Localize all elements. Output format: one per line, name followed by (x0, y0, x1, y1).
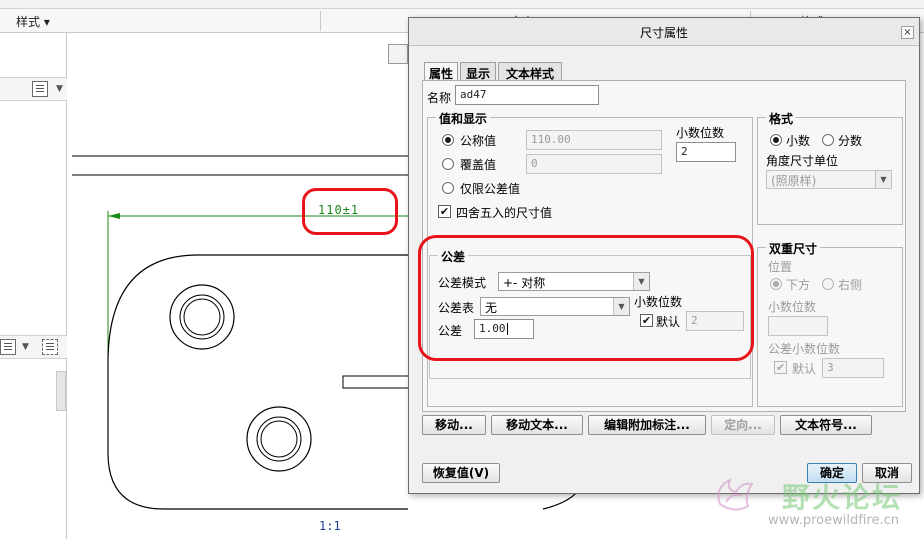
override-value-radio[interactable] (442, 158, 454, 170)
scrollbar-thumb[interactable] (56, 371, 66, 411)
rounded-value-checkbox[interactable]: ✔ (438, 205, 451, 218)
angle-units-select: (照原样) ▼ (766, 170, 892, 189)
panel-toolbar-row: ▼ (0, 335, 67, 359)
dual-decimals-label: 小数位数 (768, 300, 817, 314)
name-input[interactable]: ad47 (455, 85, 599, 105)
decimal-label: 小数 (786, 134, 811, 148)
dual-right-label: 右侧 (838, 278, 863, 292)
dual-position-label: 位置 (768, 260, 793, 274)
tab-text-style[interactable]: 文本样式 (498, 62, 562, 81)
value-display-title: 值和显示 (436, 110, 491, 127)
dual-below-radio (770, 278, 782, 290)
watermark-title: 野火论坛 (782, 481, 903, 514)
watermark-url: www.proewildfire.cn (768, 513, 899, 528)
fraction-label: 分数 (838, 134, 863, 148)
dual-default-checkbox: ✔ (774, 361, 787, 374)
dual-dimension-group: 双重尺寸 位置 下方 右侧 小数位数 公差小数位数 ✔ 默认 3 (757, 240, 903, 407)
edit-attach-note-button[interactable]: 编辑附加标注... (588, 415, 706, 435)
override-value-label: 覆盖值 (460, 158, 497, 172)
move-button[interactable]: 移动... (422, 415, 486, 435)
dual-tol-decimals-label: 公差小数位数 (768, 342, 841, 356)
flame-logo-icon (717, 477, 754, 511)
dual-right-radio (822, 278, 834, 290)
chevron-down-icon[interactable]: ▼ (22, 342, 29, 352)
dual-decimals-input (768, 316, 828, 336)
nominal-value-input: 110.00 (526, 130, 662, 150)
forum-watermark: 野火论坛 www.proewildfire.cn (708, 470, 922, 538)
close-icon[interactable]: × (901, 26, 914, 39)
restore-values-button[interactable]: 恢复值(V) (422, 463, 500, 483)
name-label: 名称 (427, 91, 452, 105)
group-separator (320, 11, 321, 31)
filter-icon[interactable] (42, 339, 58, 355)
tolerance-only-radio[interactable] (442, 182, 454, 194)
format-title: 格式 (766, 110, 797, 127)
decimals-input[interactable]: 2 (676, 142, 736, 162)
tab-properties[interactable]: 属性 (424, 62, 458, 82)
angle-units-value: (照原样) (771, 174, 817, 188)
decimals-label: 小数位数 (676, 126, 725, 140)
chevron-down-icon: ▼ (875, 171, 891, 188)
tab-display[interactable]: 显示 (460, 62, 496, 81)
list-settings-icon[interactable] (0, 339, 16, 355)
list-settings-icon[interactable] (32, 81, 48, 97)
override-value-input: 0 (526, 154, 662, 174)
dual-dimension-title: 双重尺寸 (766, 240, 821, 257)
text-symbol-button[interactable]: 文本符号... (780, 415, 872, 435)
dialog-title: 尺寸属性 (639, 26, 688, 40)
model-tree-panel: ▼ ▼ (0, 33, 67, 539)
orient-button: 定向... (711, 415, 775, 435)
drawing-scale-label: 1:1 (319, 519, 341, 533)
dialog-titlebar[interactable]: 尺寸属性 × (409, 18, 919, 46)
ribbon-strip (0, 0, 924, 9)
move-text-button[interactable]: 移动文本... (491, 415, 583, 435)
dual-default-label: 默认 (792, 362, 817, 376)
rounded-value-label: 四舍五入的尺寸值 (456, 206, 553, 220)
fraction-radio[interactable] (822, 134, 834, 146)
tolerance-highlight-oval (418, 235, 754, 361)
format-group: 格式 小数 分数 角度尺寸单位 (照原样) ▼ (757, 110, 903, 225)
dual-default-input: 3 (822, 358, 884, 378)
dual-below-label: 下方 (786, 278, 811, 292)
chevron-down-icon[interactable]: ▼ (56, 84, 63, 94)
decimal-radio[interactable] (770, 134, 782, 146)
nominal-value-radio[interactable] (442, 134, 454, 146)
panel-toolbar-row: ▼ (0, 77, 67, 101)
annotation-highlight-oval (302, 188, 398, 235)
angle-units-label: 角度尺寸单位 (766, 154, 839, 168)
tolerance-only-label: 仅限公差值 (460, 182, 521, 196)
style-group-label[interactable]: 样式 ▾ (16, 13, 50, 30)
view-toolbar-button[interactable] (388, 44, 408, 64)
nominal-value-label: 公称值 (460, 134, 497, 148)
